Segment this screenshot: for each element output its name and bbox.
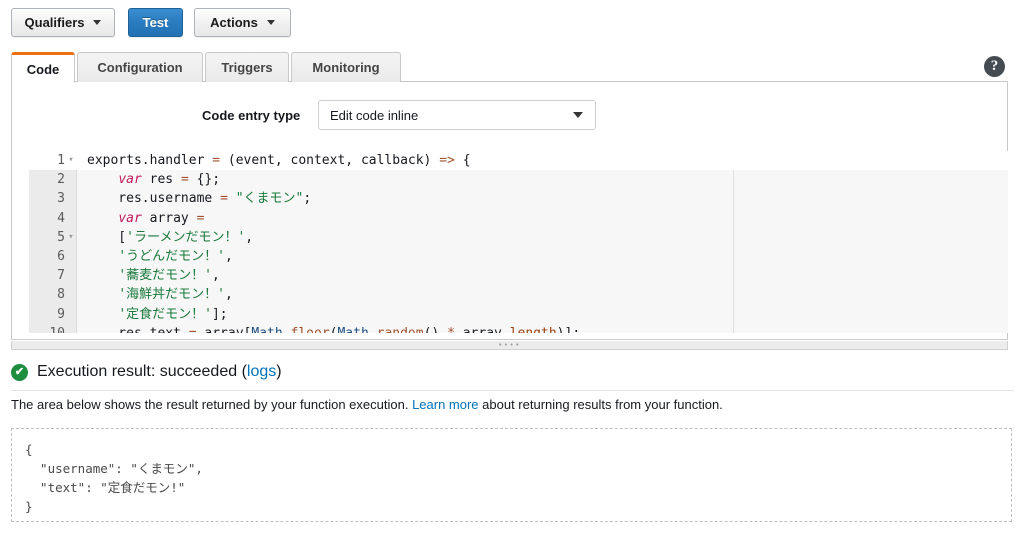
chevron-down-icon <box>573 112 583 118</box>
help-icon-glyph: ? <box>990 58 999 74</box>
editor-line-text: 'うどんだモン！', <box>118 248 233 264</box>
editor-line[interactable]: 5 ▾ ['ラーメンだモン！', <box>29 228 1008 247</box>
divider <box>11 390 1014 391</box>
tab-configuration[interactable]: Configuration <box>77 52 203 82</box>
execution-result-output-box: { "username": "くまモン", "text": "定食だモン!" } <box>11 428 1012 522</box>
resize-grip-icon: •••• <box>498 341 521 349</box>
code-entry-type-select[interactable]: Edit code inline <box>318 100 596 130</box>
editor-lines[interactable]: 1 ▾ exports.handler = (event, context, cal… <box>29 151 1008 333</box>
editor-line[interactable]: 7 '蕎麦だモン！', <box>29 266 1008 285</box>
editor-line-text: var array = <box>118 210 205 226</box>
code-editor[interactable]: 1 ▾ exports.handler = (event, context, cal… <box>29 151 1008 333</box>
editor-line-number: 1 <box>57 153 65 168</box>
editor-line-number: 9 <box>57 306 65 322</box>
editor-line-number: 8 <box>57 287 65 303</box>
tab-monitoring-label: Monitoring <box>312 60 380 75</box>
code-entry-type-value: Edit code inline <box>330 107 419 123</box>
code-entry-type-label: Code entry type <box>202 108 301 123</box>
chevron-down-icon <box>93 20 102 25</box>
tab-code-label: Code <box>26 61 60 77</box>
code-fold-icon[interactable]: ▾ <box>66 228 76 247</box>
tab-monitoring[interactable]: Monitoring <box>291 52 401 82</box>
editor-resize-bar[interactable]: •••• <box>11 341 1008 350</box>
editor-line-number: 2 <box>57 172 65 188</box>
editor-line[interactable]: 3 res.username = "くまモン"; <box>29 189 1008 208</box>
qualifiers-button-label: Qualifiers <box>24 15 85 30</box>
editor-line-text: res.username = "くまモン"; <box>87 191 312 207</box>
tab-triggers[interactable]: Triggers <box>205 52 289 82</box>
help-icon[interactable]: ? <box>984 56 1005 77</box>
editor-line-text: exports.handler = (event, context, callb… <box>87 153 471 168</box>
test-button-label: Test <box>142 15 169 30</box>
description-text-after: about returning results from your functi… <box>478 397 723 412</box>
chevron-down-icon <box>266 20 275 25</box>
actions-button-label: Actions <box>210 15 258 30</box>
description-text-before: The area below shows the result returned… <box>11 397 413 412</box>
editor-line-number: 5 <box>57 229 65 245</box>
editor-line-number: 6 <box>57 248 65 264</box>
editor-line[interactable]: 4 var array = <box>29 209 1008 228</box>
execution-result-title-prefix: Execution result: succeeded ( <box>37 363 247 380</box>
qualifiers-button[interactable]: Qualifiers <box>11 8 115 37</box>
tab-configuration-label: Configuration <box>97 60 183 75</box>
execution-result-title-suffix: ) <box>276 363 282 380</box>
top-toolbar: Qualifiers Test Actions <box>0 0 1024 46</box>
tab-code[interactable]: Code <box>11 52 75 83</box>
code-panel: Code entry type Edit code inline 1 ▾ expor… <box>11 82 1008 340</box>
editor-line-text: '定食だモン！']; <box>118 306 228 322</box>
editor-line[interactable]: 10 res.text = array[Math.floor(Math.rand… <box>29 324 1008 333</box>
editor-line[interactable]: 6 'うどんだモン！', <box>29 247 1008 266</box>
editor-line[interactable]: 1 ▾ exports.handler = (event, context, cal… <box>29 151 1008 171</box>
tab-triggers-label: Triggers <box>221 60 273 75</box>
editor-line[interactable]: 9 '定食だモン！']; <box>29 305 1008 324</box>
editor-line[interactable]: 2 var res = {}; <box>29 170 1008 189</box>
learn-more-link[interactable]: Learn more <box>412 397 478 412</box>
editor-line-text: ['ラーメンだモン！', <box>87 229 254 245</box>
editor-line-text: res.text = array[Math.floor(Math.random(… <box>87 324 580 333</box>
editor-line-text: '蕎麦だモン！', <box>118 268 220 284</box>
tab-bar: Code Configuration Triggers Monitoring <box>0 52 1024 83</box>
lambda-console-code-tab: Qualifiers Test Actions Code Configurati… <box>0 0 1024 535</box>
editor-line-text: var res = {}; <box>118 172 221 188</box>
editor-line-number: 3 <box>57 191 65 207</box>
editor-line-text: '海鮮丼だモン！', <box>118 287 233 303</box>
execution-result-description: The area below shows the result returned… <box>11 397 723 412</box>
editor-line-number: 7 <box>57 268 65 284</box>
actions-button[interactable]: Actions <box>194 8 291 37</box>
success-check-icon: ✔ <box>11 363 28 381</box>
logs-link[interactable]: logs <box>247 363 276 380</box>
execution-result-json: { "username": "くまモン", "text": "定食だモン!" } <box>25 442 203 514</box>
editor-line-number: 4 <box>57 210 65 226</box>
execution-result-title: Execution result: succeeded (logs) <box>37 363 282 381</box>
code-fold-icon[interactable]: ▾ <box>66 151 76 170</box>
test-button[interactable]: Test <box>128 8 183 37</box>
editor-line-number: 10 <box>29 324 65 333</box>
editor-line[interactable]: 8 '海鮮丼だモン！', <box>29 285 1008 304</box>
execution-result-header: ✔ Execution result: succeeded (logs) <box>11 363 282 381</box>
